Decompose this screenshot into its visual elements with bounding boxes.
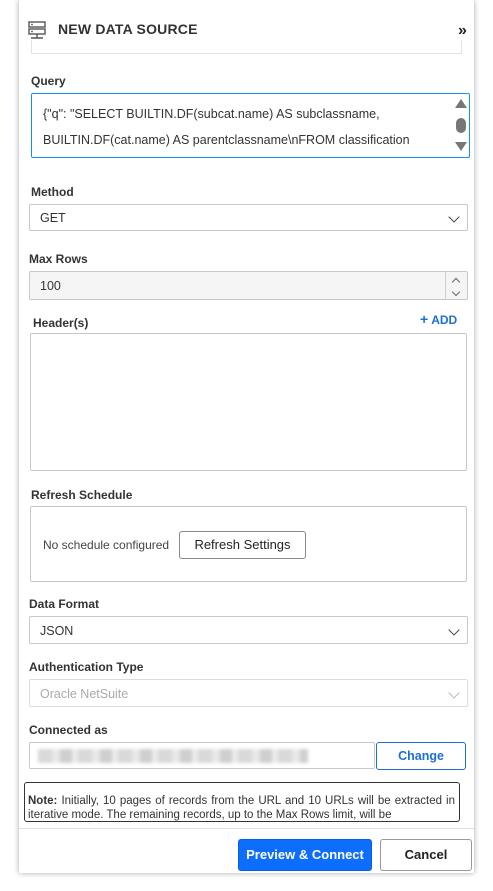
increment-icon[interactable]	[451, 277, 461, 287]
chevron-down-icon	[448, 211, 460, 223]
connected-as-label: Connected as	[29, 723, 108, 737]
method-value: GET	[40, 211, 66, 225]
add-header-button[interactable]: + ADD	[420, 311, 457, 327]
auth-type-select: Oracle NetSuite	[29, 679, 468, 707]
header-divider-right	[461, 40, 462, 54]
cancel-button[interactable]: Cancel	[380, 839, 472, 871]
schedule-status: No schedule configured	[43, 538, 170, 552]
method-select[interactable]: GET	[29, 204, 468, 231]
refresh-schedule-label: Refresh Schedule	[31, 488, 133, 502]
scroll-thumb[interactable]	[456, 118, 466, 133]
refresh-schedule-box: No schedule configured Refresh Settings	[30, 506, 467, 582]
header-divider-left	[31, 40, 32, 54]
extraction-note: Note: Initially, 10 pages of records fro…	[24, 782, 460, 822]
chevron-down-icon	[448, 624, 460, 636]
chevron-down-icon	[448, 687, 460, 699]
scroll-up-icon[interactable]	[455, 99, 467, 108]
note-text: Initially, 10 pages of records from the …	[28, 795, 455, 821]
redacted-account	[38, 749, 308, 763]
refresh-settings-button[interactable]: Refresh Settings	[179, 531, 306, 559]
decrement-icon[interactable]	[451, 287, 461, 297]
max-rows-value[interactable]: 100	[40, 279, 61, 293]
preview-connect-button[interactable]: Preview & Connect	[238, 839, 372, 871]
header-divider	[31, 53, 462, 54]
connected-account-field	[29, 742, 375, 769]
data-format-label: Data Format	[29, 597, 100, 611]
add-header-label: ADD	[431, 313, 458, 327]
query-label: Query	[31, 74, 66, 88]
panel-header: NEW DATA SOURCE »	[19, 0, 474, 54]
auth-type-label: Authentication Type	[29, 660, 144, 674]
query-textarea[interactable]: {"q": "SELECT BUILTIN.DF(subcat.name) AS…	[31, 93, 470, 158]
max-rows-stepper[interactable]: 100	[29, 271, 468, 300]
scroll-down-icon[interactable]	[455, 142, 467, 151]
collapse-panel-icon[interactable]: »	[458, 22, 467, 40]
method-label: Method	[31, 185, 74, 199]
stepper-controls[interactable]	[445, 272, 467, 299]
max-rows-label: Max Rows	[29, 252, 88, 266]
footer-divider	[19, 828, 474, 829]
data-format-select[interactable]: JSON	[29, 616, 468, 644]
note-prefix: Note:	[28, 795, 58, 807]
auth-type-value: Oracle NetSuite	[40, 687, 129, 701]
plus-icon: +	[420, 311, 429, 327]
headers-label: Header(s)	[33, 316, 89, 330]
change-account-button[interactable]: Change	[376, 742, 466, 770]
data-format-value: JSON	[40, 624, 74, 638]
headers-list-box	[30, 333, 467, 471]
query-scrollbar[interactable]	[453, 94, 469, 157]
query-text[interactable]: {"q": "SELECT BUILTIN.DF(subcat.name) AS…	[43, 101, 438, 157]
panel-title: NEW DATA SOURCE	[58, 21, 198, 37]
new-data-source-panel: NEW DATA SOURCE » Query {"q": "SELECT BU…	[19, 0, 474, 873]
